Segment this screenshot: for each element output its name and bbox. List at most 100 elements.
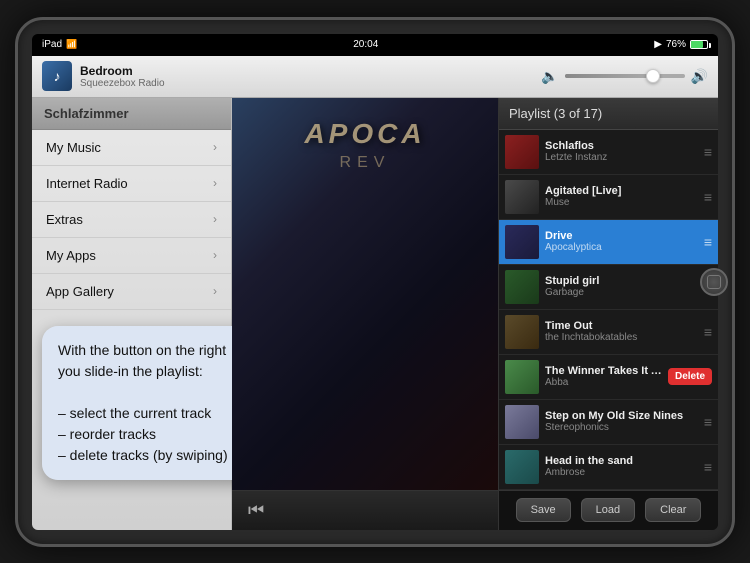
- track-thumb-drive: [505, 225, 539, 259]
- track-info-agitated: Agitated [Live] Muse: [545, 185, 700, 208]
- track-artist-drive: Apocalyptica: [545, 242, 700, 253]
- track-thumb-timeout: [505, 315, 539, 349]
- now-playing-info: Bedroom Squeezebox Radio: [80, 64, 287, 89]
- track-thumb-winner: [505, 360, 539, 394]
- menu-icon-step: ≡: [704, 414, 712, 430]
- track-name-schlaflos: Schlaflos: [545, 140, 700, 152]
- music-icon: ♪: [54, 68, 61, 84]
- sidebar-item-app-gallery[interactable]: App Gallery ›: [32, 274, 231, 310]
- track-artist-winner: Abba: [545, 377, 664, 388]
- sidebar-label-extras: Extras: [46, 212, 83, 227]
- device-label: iPad: [42, 39, 62, 50]
- load-button[interactable]: Load: [581, 498, 635, 522]
- menu-icon-head: ≡: [704, 459, 712, 475]
- track-name-head: Head in the sand: [545, 455, 700, 467]
- volume-control: 🔈 🔊: [295, 68, 708, 85]
- track-thumb-step: [505, 405, 539, 439]
- sidebar-item-my-apps[interactable]: My Apps ›: [32, 238, 231, 274]
- device-frame: iPad 📶 20:04 ▶ 76% ♪ Bedroom Squeezebox …: [15, 17, 735, 547]
- sidebar-label-my-apps: My Apps: [46, 248, 96, 263]
- track-artist-timeout: the Inchtabokatables: [545, 332, 700, 343]
- sidebar-item-extras[interactable]: Extras ›: [32, 202, 231, 238]
- track-name-timeout: Time Out: [545, 320, 700, 332]
- track-name-agitated: Agitated [Live]: [545, 185, 700, 197]
- save-button[interactable]: Save: [516, 498, 571, 522]
- track-artist-step: Stereophonics: [545, 422, 700, 433]
- volume-slider[interactable]: [565, 74, 685, 78]
- sidebar-label-app-gallery: App Gallery: [46, 284, 114, 299]
- track-artist-head: Ambrose: [545, 467, 700, 478]
- sidebar-label-internet-radio: Internet Radio: [46, 176, 128, 191]
- chevron-icon-4: ›: [213, 284, 217, 298]
- now-playing-subtitle: Squeezebox Radio: [80, 78, 287, 89]
- playlist-header: Playlist (3 of 17): [499, 98, 718, 130]
- track-name-drive: Drive: [545, 230, 700, 242]
- status-right: ▶ 76%: [654, 39, 708, 50]
- playlist-item-agitated[interactable]: Agitated [Live] Muse ≡: [499, 175, 718, 220]
- chevron-icon-2: ›: [213, 212, 217, 226]
- volume-high-icon: 🔊: [691, 68, 708, 85]
- track-artist-stupid: Garbage: [545, 287, 700, 298]
- delete-button-winner[interactable]: Delete: [668, 368, 712, 385]
- track-info-step: Step on My Old Size Nines Stereophonics: [545, 410, 700, 433]
- track-thumb-head: [505, 450, 539, 484]
- track-thumb-agitated: [505, 180, 539, 214]
- battery-icon: [690, 40, 708, 49]
- transport-bar: ⏮: [232, 490, 498, 530]
- wifi-icon: 📶: [66, 39, 77, 50]
- now-playing-title: Bedroom: [80, 64, 287, 78]
- track-info-timeout: Time Out the Inchtabokatables: [545, 320, 700, 343]
- chevron-icon-0: ›: [213, 140, 217, 154]
- playlist-item-step[interactable]: Step on My Old Size Nines Stereophonics …: [499, 400, 718, 445]
- album-subtitle: REV: [242, 154, 488, 172]
- now-playing-bar: ♪ Bedroom Squeezebox Radio 🔈 🔊: [32, 56, 718, 98]
- play-icon: ▶: [654, 39, 662, 50]
- track-name-step: Step on My Old Size Nines: [545, 410, 700, 422]
- sidebar: Schlafzimmer My Music › Internet Radio ›…: [32, 98, 232, 530]
- album-text-overlay: APOCA REV: [242, 118, 488, 172]
- menu-icon-drive: ≡: [704, 234, 712, 250]
- sidebar-item-my-music[interactable]: My Music ›: [32, 130, 231, 166]
- sidebar-header: Schlafzimmer: [32, 98, 231, 130]
- chevron-icon-3: ›: [213, 248, 217, 262]
- track-info-schlaflos: Schlaflos Letzte Instanz: [545, 140, 700, 163]
- rewind-button[interactable]: ⏮: [242, 498, 270, 523]
- playlist-item-winner[interactable]: The Winner Takes It All Abba Delete: [499, 355, 718, 400]
- playlist-item-timeout[interactable]: Time Out the Inchtabokatables ≡: [499, 310, 718, 355]
- track-info-winner: The Winner Takes It All Abba: [545, 365, 664, 388]
- main-area: Schlafzimmer My Music › Internet Radio ›…: [32, 98, 718, 530]
- album-title: APOCA: [242, 118, 488, 150]
- status-time: 20:04: [353, 39, 378, 50]
- menu-icon-agitated: ≡: [704, 189, 712, 205]
- home-button[interactable]: [700, 268, 728, 296]
- track-info-drive: Drive Apocalyptica: [545, 230, 700, 253]
- track-name-winner: The Winner Takes It All: [545, 365, 664, 377]
- clear-button[interactable]: Clear: [645, 498, 701, 522]
- track-info-head: Head in the sand Ambrose: [545, 455, 700, 478]
- playlist-footer: Save Load Clear: [499, 490, 718, 530]
- track-info-stupid: Stupid girl Garbage: [545, 275, 700, 298]
- now-playing-thumb: ♪: [42, 61, 72, 91]
- playlist-items: Schlaflos Letzte Instanz ≡ Agitated [Liv…: [499, 130, 718, 490]
- track-artist-schlaflos: Letzte Instanz: [545, 152, 700, 163]
- battery-percent: 76%: [666, 39, 686, 50]
- playlist-item-drive[interactable]: Drive Apocalyptica ≡: [499, 220, 718, 265]
- track-artist-agitated: Muse: [545, 197, 700, 208]
- album-art-background: APOCA REV: [232, 98, 498, 490]
- status-left: iPad 📶: [42, 39, 77, 50]
- menu-icon-timeout: ≡: [704, 324, 712, 340]
- track-thumb-stupid: [505, 270, 539, 304]
- playlist-item-schlaflos[interactable]: Schlaflos Letzte Instanz ≡: [499, 130, 718, 175]
- playlist-item-stupid-girl[interactable]: Stupid girl Garbage ≡: [499, 265, 718, 310]
- home-button-inner: [707, 275, 721, 289]
- device-screen: iPad 📶 20:04 ▶ 76% ♪ Bedroom Squeezebox …: [32, 34, 718, 530]
- chevron-icon-1: ›: [213, 176, 217, 190]
- sidebar-item-internet-radio[interactable]: Internet Radio ›: [32, 166, 231, 202]
- sidebar-label-my-music: My Music: [46, 140, 101, 155]
- content-area: APOCA REV ⏮: [232, 98, 498, 530]
- track-thumb-schlaflos: [505, 135, 539, 169]
- volume-low-icon: 🔈: [541, 68, 558, 85]
- track-name-stupid: Stupid girl: [545, 275, 700, 287]
- playlist-panel: Playlist (3 of 17) Schlaflos Letzte Inst…: [498, 98, 718, 530]
- playlist-item-head[interactable]: Head in the sand Ambrose ≡: [499, 445, 718, 490]
